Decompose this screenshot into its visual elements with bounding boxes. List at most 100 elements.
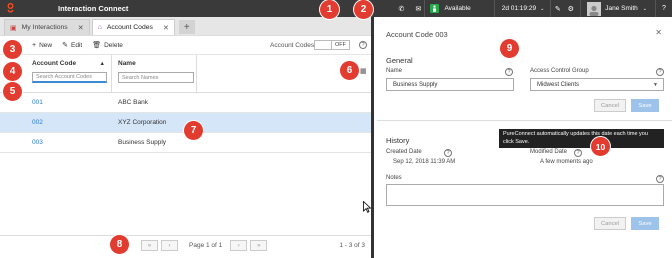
save-button[interactable]: Save	[631, 99, 659, 112]
modified-date-tooltip: PureConnect automatically updates this d…	[499, 129, 664, 148]
help-icon[interactable]: ?	[359, 41, 367, 49]
account-code-filter-input[interactable]: Search Account Codes	[32, 72, 107, 83]
created-date-label: Created Date	[386, 149, 422, 155]
status-timer: 2d 01:19:29	[501, 5, 537, 12]
column-chooser-icon[interactable]: ▦	[360, 67, 367, 75]
edit-button[interactable]: ✎ Edit	[62, 41, 83, 50]
name-cell: ABC Bank	[118, 99, 148, 106]
chevron-down-icon: ▼	[653, 82, 658, 88]
settings-icon[interactable]: ⚙	[564, 0, 577, 17]
callout-badge: 7	[184, 121, 203, 140]
tab-label: My Interactions	[21, 24, 68, 31]
account-codes-toggle[interactable]: OFF	[314, 40, 350, 50]
name-cell: Business Supply	[118, 139, 167, 146]
table-row[interactable]: 001 ABC Bank	[0, 93, 371, 113]
genesys-logo-icon	[6, 2, 16, 15]
cancel-button[interactable]: Cancel	[594, 99, 626, 112]
divider	[377, 120, 672, 121]
callout-badge: 2	[354, 0, 373, 19]
tab-strip: ▣ My Interactions ✕ ⌂ Account Codes ✕ +	[0, 17, 371, 36]
status-selector[interactable]: Available	[425, 0, 475, 17]
pager: « ‹ Page 1 of 1 › » 1 - 3 of 3	[0, 235, 371, 255]
account-codes-label: Account Codes:	[270, 42, 316, 49]
name-label: Name	[386, 68, 403, 74]
home-icon: ⌂	[97, 24, 102, 31]
detail-title: Account Code 003	[386, 30, 448, 39]
page-indicator: Page 1 of 1	[189, 242, 223, 249]
toolbar: + New ✎ Edit 🗑 Delete Account Codes: OFF ?	[0, 36, 371, 55]
column-name[interactable]: Name Search Names	[112, 55, 197, 92]
available-status-icon	[430, 4, 440, 13]
notes-field[interactable]	[386, 184, 664, 206]
inbox-icon: ▣	[10, 24, 17, 32]
mail-icon[interactable]: ✉	[412, 0, 424, 17]
tab-my-interactions[interactable]: ▣ My Interactions ✕	[4, 19, 90, 35]
previous-page-button[interactable]: ‹	[161, 240, 178, 251]
created-date-value: Sep 12, 2018 11:39 AM	[393, 159, 456, 165]
cancel-button[interactable]: Cancel	[594, 217, 626, 230]
tab-account-codes[interactable]: ⌂ Account Codes ✕	[91, 19, 175, 35]
account-code-detail-panel: Account Code 003 ✕ General Name ? Busine…	[377, 17, 672, 258]
status-label: Available	[444, 5, 471, 12]
new-button[interactable]: + New	[32, 42, 52, 49]
plus-icon: +	[32, 41, 37, 49]
account-code-cell[interactable]: 003	[0, 139, 112, 146]
record-count: 1 - 3 of 3	[339, 242, 365, 249]
mouse-cursor-icon	[363, 200, 372, 213]
access-control-group-label: Access Control Group	[530, 68, 589, 74]
phone-icon[interactable]: ✆	[390, 0, 412, 17]
help-icon[interactable]: ?	[444, 149, 452, 157]
account-code-cell[interactable]: 001	[0, 99, 112, 106]
general-heading: General	[386, 56, 413, 65]
callout-badge: 5	[3, 82, 22, 101]
user-menu-chevron-icon[interactable]: ⌄	[643, 0, 647, 17]
access-control-group-select[interactable]: Midwest Clients ▼	[530, 78, 664, 91]
column-label: Name	[118, 60, 136, 67]
new-label: New	[39, 41, 53, 49]
sort-ascending-icon[interactable]: ▲	[100, 61, 105, 67]
name-filter-input[interactable]: Search Names	[118, 72, 194, 83]
next-page-button[interactable]: ›	[230, 240, 248, 251]
close-icon[interactable]: ✕	[78, 24, 84, 32]
edit-label: Edit	[70, 41, 83, 49]
modified-date-label: Modified Date	[530, 149, 568, 155]
last-page-button[interactable]: »	[250, 240, 268, 251]
close-icon[interactable]: ✕	[655, 28, 662, 37]
notes-label: Notes	[386, 175, 402, 181]
help-icon[interactable]: ?	[656, 175, 664, 183]
name-field[interactable]: Business Supply	[386, 78, 514, 91]
help-icon[interactable]: ?	[574, 149, 582, 157]
toggle-knob	[315, 41, 332, 49]
save-button[interactable]: Save	[631, 217, 659, 230]
trash-icon: 🗑	[92, 42, 102, 49]
callout-badge: 8	[110, 235, 129, 254]
close-icon[interactable]: ✕	[163, 24, 169, 32]
grid-header: Account Code ▲ Search Account Codes Name…	[0, 55, 371, 93]
callout-badge: 10	[591, 137, 610, 156]
avatar[interactable]	[587, 1, 602, 16]
access-control-group-value: Midwest Clients	[537, 81, 580, 88]
help-icon[interactable]: ?	[505, 68, 513, 76]
account-code-cell[interactable]: 002	[0, 119, 112, 126]
name-cell: XYZ Corporation	[118, 119, 167, 126]
callout-badge: 9	[500, 39, 519, 58]
tab-label: Account Codes	[106, 24, 153, 31]
help-icon[interactable]: ?	[656, 68, 664, 76]
delete-button[interactable]: 🗑 Delete	[92, 41, 123, 50]
modified-date-value: A few moments ago	[540, 159, 593, 165]
add-tab-button[interactable]: +	[178, 20, 195, 34]
edit-note-icon[interactable]: ✎	[551, 0, 564, 17]
callout-badge: 6	[340, 61, 359, 80]
chevron-down-icon[interactable]: ⌄	[540, 0, 544, 17]
pencil-icon: ✎	[62, 42, 68, 49]
first-page-button[interactable]: «	[141, 240, 158, 251]
user-name[interactable]: Jane Smith	[605, 5, 638, 12]
app-title: Interaction Connect	[58, 4, 129, 13]
toggle-state: OFF	[335, 42, 346, 48]
callout-badge: 4	[3, 62, 22, 81]
delete-label: Delete	[104, 41, 123, 49]
callout-badge: 1	[320, 0, 339, 19]
callout-badge: 3	[3, 40, 22, 59]
history-heading: History	[386, 136, 410, 145]
help-icon[interactable]: ?	[656, 0, 672, 17]
